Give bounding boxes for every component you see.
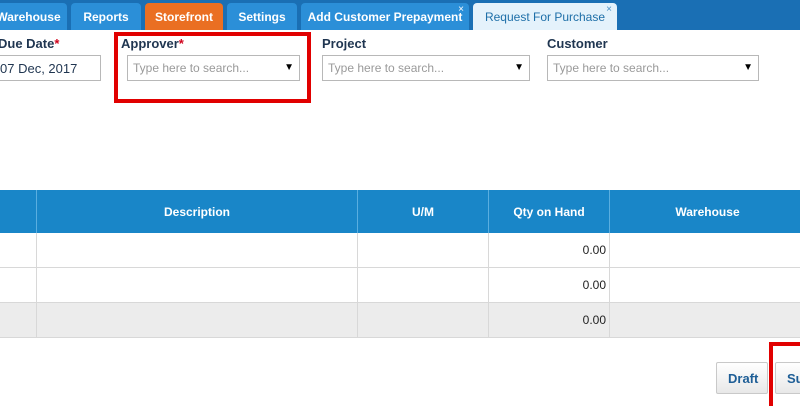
tab-add-customer-prepayment[interactable]: Add Customer Prepayment ×	[301, 3, 469, 30]
submit-highlight-box	[769, 342, 800, 406]
tab-label: Warehouse	[0, 9, 61, 24]
table-cell[interactable]	[0, 303, 37, 337]
tab-label: Request For Purchase	[484, 9, 606, 24]
approver-highlight-box	[114, 32, 311, 103]
customer-placeholder: Type here to search...	[553, 61, 670, 75]
dropdown-arrow-icon[interactable]: ▼	[514, 62, 524, 73]
customer-select[interactable]: Type here to search... ▼	[547, 55, 759, 81]
due-date-field[interactable]: 07 Dec, 2017	[0, 55, 101, 81]
um-cell[interactable]	[358, 233, 489, 267]
tab-storefront[interactable]: Storefront	[145, 3, 223, 30]
column-header-qty-on-hand: Qty on Hand	[489, 190, 610, 233]
tab-warehouse[interactable]: Warehouse	[0, 3, 67, 30]
qty-on-hand-cell: 0.00	[489, 268, 610, 302]
table-row[interactable]: 0.00	[0, 233, 800, 268]
project-placeholder: Type here to search...	[328, 61, 445, 75]
column-header	[0, 190, 37, 233]
project-label: Project	[322, 36, 367, 51]
dropdown-arrow-icon[interactable]: ▼	[743, 62, 753, 73]
due-date-label: Due Date*	[0, 36, 60, 51]
tab-settings[interactable]: Settings	[227, 3, 297, 30]
tab-request-for-purchase[interactable]: Request For Purchase ×	[473, 3, 617, 30]
column-header-description: Description	[37, 190, 358, 233]
warehouse-cell[interactable]	[610, 233, 800, 267]
um-cell[interactable]	[358, 268, 489, 302]
tab-bar: Warehouse Reports Storefront Settings Ad…	[0, 0, 800, 30]
tab-label: Settings	[238, 9, 286, 24]
table-cell[interactable]	[0, 268, 37, 302]
tab-label: Storefront	[155, 9, 213, 24]
close-icon[interactable]: ×	[458, 5, 464, 15]
tab-label: Add Customer Prepayment	[307, 9, 463, 24]
customer-label: Customer	[547, 36, 608, 51]
description-cell[interactable]	[37, 268, 358, 302]
draft-button[interactable]: Draft	[716, 362, 768, 394]
items-table-header: Description U/M Qty on Hand Warehouse	[0, 190, 800, 233]
tab-reports[interactable]: Reports	[71, 3, 141, 30]
tab-label: Reports	[83, 9, 129, 24]
required-marker: *	[54, 36, 60, 51]
project-select[interactable]: Type here to search... ▼	[322, 55, 530, 81]
warehouse-cell[interactable]	[610, 303, 800, 337]
request-for-purchase-screen: Warehouse Reports Storefront Settings Ad…	[0, 0, 800, 406]
qty-on-hand-cell: 0.00	[489, 233, 610, 267]
close-icon[interactable]: ×	[606, 5, 612, 15]
table-row[interactable]: 0.00	[0, 303, 800, 338]
column-header-warehouse: Warehouse	[675, 204, 740, 219]
description-cell[interactable]	[37, 233, 358, 267]
table-row[interactable]: 0.00	[0, 268, 800, 303]
draft-button-label: Draft	[728, 370, 759, 386]
column-header-um: U/M	[358, 190, 489, 233]
due-date-value: 07 Dec, 2017	[0, 60, 78, 76]
description-cell[interactable]	[37, 303, 358, 337]
table-cell[interactable]	[0, 233, 37, 267]
warehouse-cell[interactable]	[610, 268, 800, 302]
um-cell[interactable]	[358, 303, 489, 337]
qty-on-hand-cell: 0.00	[489, 303, 610, 337]
